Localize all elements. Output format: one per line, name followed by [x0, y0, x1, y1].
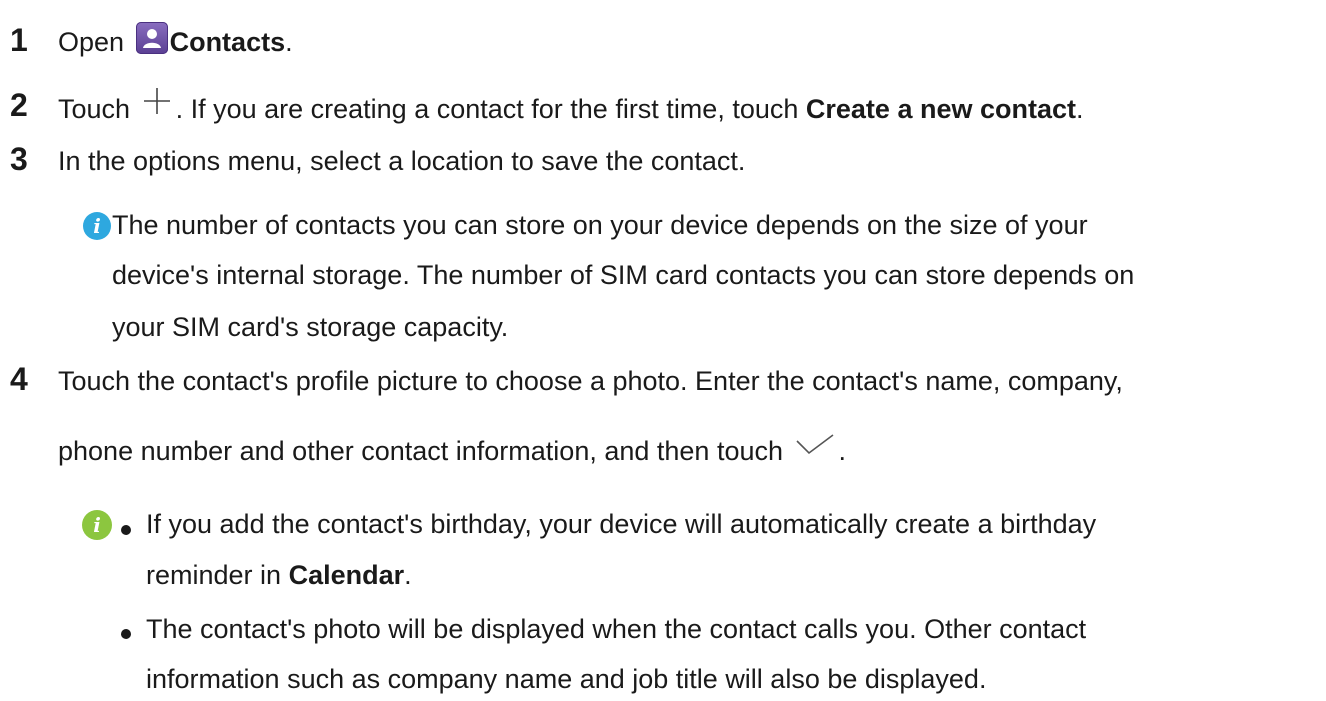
step-4-line-1: Touch the contact's profile picture to c…	[58, 366, 1123, 396]
step-3-note-line-1: The number of contacts you can store on …	[112, 210, 1088, 240]
info-icon: i	[82, 510, 112, 540]
bullet-dot	[121, 525, 131, 535]
step-4-bullet-1-suffix: .	[404, 560, 412, 590]
step-4-bullet-1-prefix: reminder in	[146, 560, 282, 590]
info-icon: i	[83, 212, 111, 240]
step-number-3: 3	[10, 141, 28, 177]
step-2-middle: . If you are creating a contact for the …	[175, 94, 799, 125]
contacts-app-icon	[135, 21, 168, 54]
create-new-contact-label: Create a new contact	[805, 94, 1076, 125]
step-3-text: In the options menu, select a location t…	[58, 146, 746, 176]
step-1-text: Open Contacts.	[58, 21, 293, 60]
step-number-4: 4	[10, 361, 28, 397]
step-2-text: Touch . If you are creating a contact fo…	[58, 88, 1084, 132]
step-3-note-line-3: your SIM card's storage capacity.	[112, 312, 509, 342]
step-4-line-2-text: phone number and other contact informati…	[58, 436, 783, 466]
contacts-app-name: Contacts	[169, 27, 286, 57]
step-4-bullet-2-line-2: information such as company name and job…	[146, 664, 987, 694]
step-1-prefix: Open	[58, 27, 125, 57]
step-4-bullet-2-line-1: The contact's photo will be displayed wh…	[146, 614, 1087, 644]
step-4-line-2-suffix: .	[838, 436, 847, 466]
checkmark-icon	[793, 431, 837, 467]
step-4-line-2: phone number and other contact informati…	[58, 434, 846, 471]
step-4-bullet-1-line-1: If you add the contact's birthday, your …	[146, 509, 1097, 539]
step-2-suffix: .	[1075, 94, 1084, 125]
plus-icon	[140, 84, 174, 126]
step-4-bullet-1-line-2: reminder in Calendar.	[146, 558, 412, 592]
calendar-app-name: Calendar	[288, 560, 405, 590]
step-number-2: 2	[10, 87, 28, 123]
bullet-dot	[121, 629, 131, 639]
step-number-1: 1	[10, 22, 28, 58]
step-3-note-line-2: device's internal storage. The number of…	[112, 260, 1135, 290]
step-1-suffix: .	[285, 27, 293, 57]
step-2-prefix: Touch	[58, 94, 131, 125]
